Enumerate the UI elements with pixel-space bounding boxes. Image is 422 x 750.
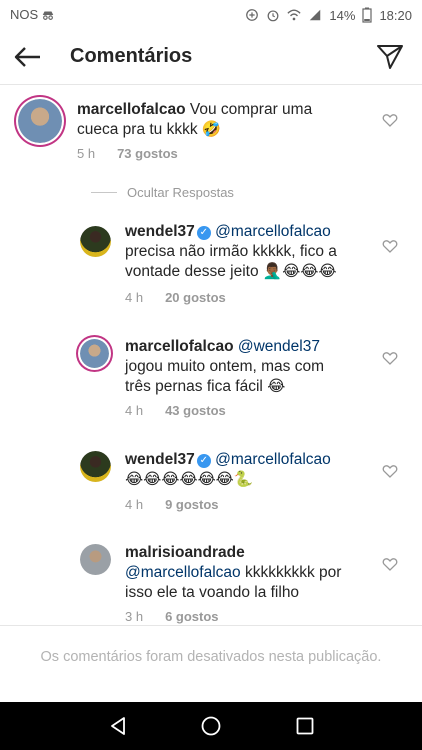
data-saver-icon bbox=[246, 9, 259, 21]
comment-username[interactable]: marcellofalcao bbox=[77, 101, 186, 118]
reply-text: wendel37 ✓ @marcellofalcao precisa não ir… bbox=[125, 222, 380, 282]
reply-time: 4 h bbox=[125, 290, 144, 305]
heart-icon[interactable] bbox=[382, 350, 398, 366]
send-icon bbox=[377, 45, 403, 69]
heart-icon[interactable] bbox=[382, 556, 398, 572]
clock: 18:20 bbox=[379, 7, 412, 23]
avatar[interactable] bbox=[80, 339, 109, 368]
reply-time: 3 h bbox=[125, 609, 144, 624]
signal-icon bbox=[310, 9, 321, 21]
back-arrow-icon bbox=[14, 47, 40, 67]
carrier-label: NOS bbox=[10, 7, 39, 22]
comment-text: marcellofalcao Vou comprar uma cueca pra… bbox=[77, 100, 377, 140]
reply-body-line2: vontade desse jeito 🤦🏾‍♂️😂😂😂 bbox=[125, 263, 337, 280]
status-bar-left: NOS bbox=[10, 7, 55, 22]
reply-text: malrisioandrade @marcellofalcao kkkkkkkk… bbox=[125, 543, 385, 603]
incognito-icon bbox=[42, 11, 54, 20]
avatar[interactable] bbox=[18, 99, 62, 143]
status-bar: NOS 14% 18:20 bbox=[0, 0, 422, 30]
reply-body-line2: isso ele ta voando la filho bbox=[125, 584, 300, 601]
reply-meta: 4 h 20 gostos bbox=[125, 290, 226, 305]
reply-text: marcellofalcao @wendel37 jogou muito ont… bbox=[125, 337, 380, 397]
battery-percent: 14% bbox=[329, 7, 356, 23]
reply-likes[interactable]: 9 gostos bbox=[165, 497, 218, 512]
app-bar: Comentários bbox=[0, 30, 422, 85]
nav-home-button[interactable] bbox=[199, 714, 223, 738]
avatar[interactable] bbox=[80, 451, 111, 482]
comment-likes[interactable]: 73 gostos bbox=[117, 146, 178, 161]
reply-text: wendel37 ✓ @marcellofalcao 😂😂😂😂😂😂🐍 bbox=[125, 450, 380, 490]
alarm-icon bbox=[267, 10, 279, 22]
verified-badge-icon: ✓ bbox=[196, 454, 211, 468]
nav-back-icon bbox=[111, 717, 125, 735]
reply-likes[interactable]: 20 gostos bbox=[165, 290, 226, 305]
hide-replies-button[interactable]: Ocultar Respostas bbox=[91, 184, 234, 200]
reply-likes[interactable]: 6 gostos bbox=[165, 609, 218, 624]
reply-body-line1: 😂😂😂😂😂😂🐍 bbox=[125, 471, 253, 488]
reply-mention[interactable]: @marcellofalcao bbox=[215, 451, 331, 468]
reply-username[interactable]: wendel37 bbox=[125, 223, 195, 240]
reply-body-line1: jogou muito ontem, mas com bbox=[125, 358, 325, 375]
back-button[interactable] bbox=[8, 38, 48, 76]
comment-time: 5 h bbox=[77, 146, 96, 161]
nav-recents-icon bbox=[296, 717, 314, 735]
nav-home-icon bbox=[201, 716, 221, 736]
reply-meta: 4 h 9 gostos bbox=[125, 497, 219, 512]
reply-mention[interactable]: @marcellofalcao bbox=[125, 564, 241, 581]
reply-meta: 4 h 43 gostos bbox=[125, 403, 226, 418]
hide-replies-label: Ocultar Respostas bbox=[127, 184, 234, 200]
divider-line bbox=[91, 191, 117, 193]
heart-icon[interactable] bbox=[382, 463, 398, 479]
nav-back-button[interactable] bbox=[106, 714, 130, 738]
reply-time: 4 h bbox=[125, 497, 144, 512]
share-button[interactable] bbox=[370, 38, 410, 76]
reply-body-line2: três pernas fica fácil 😂 bbox=[125, 378, 286, 395]
reply-username[interactable]: wendel37 bbox=[125, 451, 195, 468]
comment-meta: 5 h 73 gostos bbox=[77, 146, 178, 161]
reply-body-line1: precisa não irmão kkkkk, fico a bbox=[125, 243, 337, 260]
reply-username[interactable]: marcellofalcao bbox=[125, 338, 234, 355]
reply-likes[interactable]: 43 gostos bbox=[165, 403, 226, 418]
comments-disabled-message: Os comentários foram desativados nesta p… bbox=[40, 649, 382, 665]
heart-icon[interactable] bbox=[382, 112, 398, 128]
comment-body-line1: Vou comprar uma bbox=[189, 101, 313, 118]
nav-recents-button[interactable] bbox=[293, 714, 317, 738]
reply-meta: 3 h 6 gostos bbox=[125, 609, 219, 624]
wifi-icon bbox=[287, 9, 302, 21]
verified-badge-icon: ✓ bbox=[196, 226, 211, 240]
avatar[interactable] bbox=[80, 544, 111, 575]
reply-body-line1: kkkkkkkkk por bbox=[244, 564, 342, 581]
battery-icon bbox=[362, 7, 373, 23]
reply-mention[interactable]: @wendel37 bbox=[238, 338, 320, 355]
status-bar-right: 14% 18:20 bbox=[245, 7, 412, 23]
reply-time: 4 h bbox=[125, 403, 144, 418]
reply-username[interactable]: malrisioandrade bbox=[125, 544, 245, 561]
reply-mention[interactable]: @marcellofalcao bbox=[215, 223, 331, 240]
page-title: Comentários bbox=[70, 45, 193, 67]
heart-icon[interactable] bbox=[382, 238, 398, 254]
avatar[interactable] bbox=[80, 226, 111, 257]
system-nav-bar bbox=[0, 702, 422, 750]
comment-body-line2: cueca pra tu kkkk 🤣 bbox=[77, 121, 222, 138]
footer-divider bbox=[0, 625, 422, 626]
